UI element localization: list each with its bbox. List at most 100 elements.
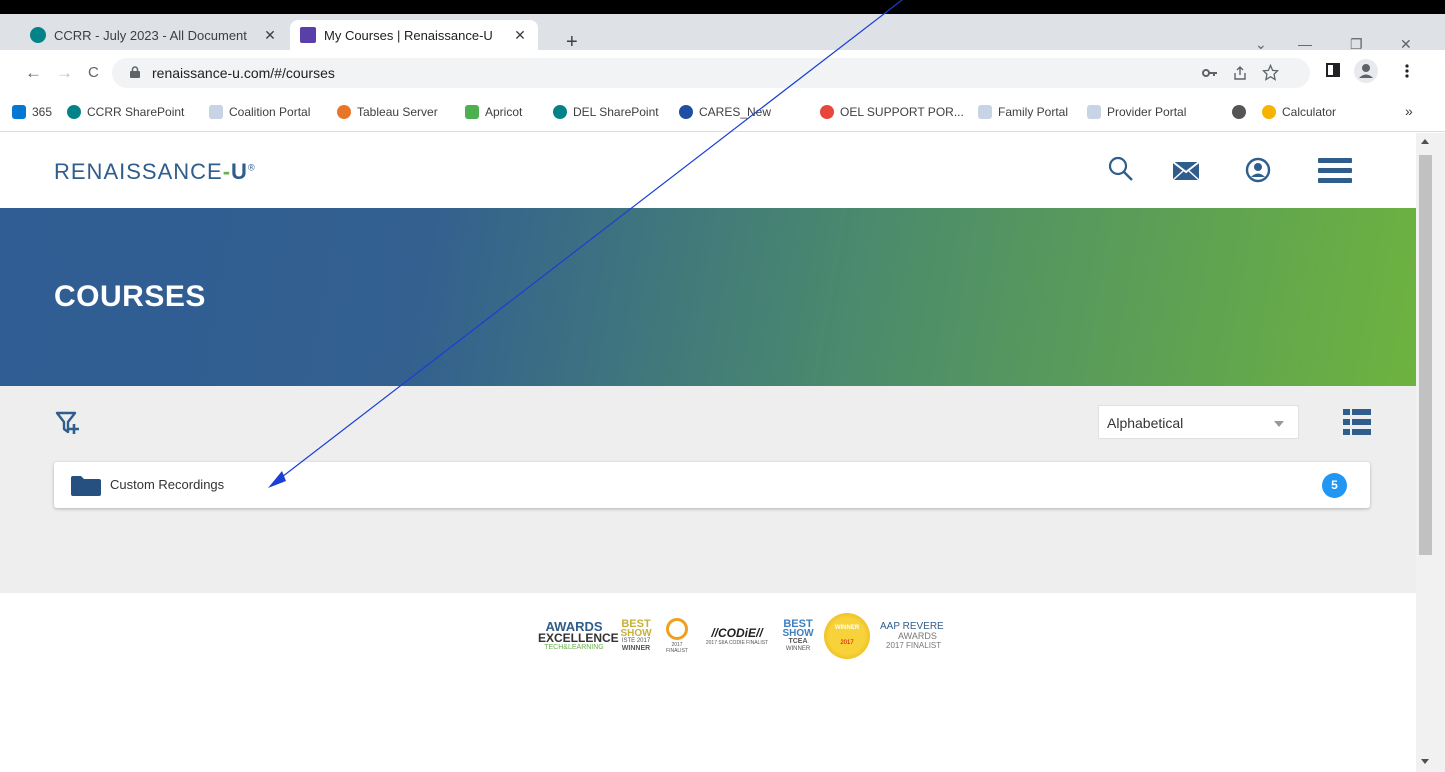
scroll-up-icon[interactable] xyxy=(1421,139,1429,144)
bookmarks-overflow-button[interactable]: » xyxy=(1405,103,1413,119)
courses-content: Alphabetical Custom Recordings 5 xyxy=(0,386,1416,593)
award-codie: //CODiE// 2017 SIIA CODIE FINALIST xyxy=(702,626,772,646)
award-text: SHOW xyxy=(782,628,814,639)
calculator-icon xyxy=(1262,105,1276,119)
folder-icon xyxy=(71,476,101,496)
tab-label: CCRR - July 2023 - All Document xyxy=(54,27,247,43)
top-strip xyxy=(0,0,1445,14)
bookmark-apricot[interactable]: Apricot xyxy=(465,105,522,119)
award-text: FINALIST xyxy=(666,648,688,654)
reload-button[interactable]: C xyxy=(88,63,99,83)
new-tab-button[interactable]: + xyxy=(566,32,578,52)
bookmark-provider-portal[interactable]: Provider Portal xyxy=(1087,105,1186,119)
lock-icon xyxy=(130,66,140,78)
page-viewport: RENAISSANCE-U® COURSES Alphabetical Cust… xyxy=(0,133,1416,772)
add-filter-icon[interactable] xyxy=(55,410,81,436)
bookmark-label: Provider Portal xyxy=(1107,105,1187,119)
bookmarks-bar: 365 CCRR SharePoint Coalition Portal Tab… xyxy=(0,96,1445,132)
page-icon xyxy=(978,105,992,119)
tableau-icon xyxy=(337,105,351,119)
tab-my-courses[interactable]: My Courses | Renaissance-U ✕ xyxy=(290,20,538,50)
footer-awards: AWARDS EXCELLENCE TECH&LEARNING BEST SHO… xyxy=(0,593,1416,772)
search-icon[interactable] xyxy=(1107,155,1135,183)
award-winner-medal: WINNER 2017 xyxy=(824,613,870,659)
oel-icon xyxy=(820,105,834,119)
award-text: ISTE 2017 xyxy=(621,638,651,644)
award-text: 2017 FINALIST xyxy=(886,641,942,650)
bookmark-ccrr-sharepoint[interactable]: CCRR SharePoint xyxy=(67,105,184,119)
award-seal-2017: 2017 FINALIST xyxy=(662,618,692,654)
bookmark-label: Family Portal xyxy=(998,105,1069,119)
award-aap-revere: AAP REVERE AWARDS 2017 FINALIST xyxy=(880,622,946,651)
courses-hero-banner: COURSES xyxy=(0,208,1416,386)
award-text: 2017 xyxy=(840,640,854,646)
bookmark-family-portal[interactable]: Family Portal xyxy=(978,105,1068,119)
logo-text: RENAISSANCE xyxy=(54,159,223,184)
key-icon[interactable] xyxy=(1202,67,1218,79)
bookmark-label: Tableau Server xyxy=(357,105,438,119)
bookmark-365[interactable]: 365 xyxy=(12,105,52,119)
bookmark-tableau-server[interactable]: Tableau Server xyxy=(337,105,438,119)
page-title: COURSES xyxy=(54,280,206,313)
renaissance-favicon-icon xyxy=(300,27,316,43)
bookmark-label: DEL SharePoint xyxy=(573,105,659,119)
share-icon[interactable] xyxy=(1232,65,1248,81)
award-text: AWARDS xyxy=(898,631,937,641)
sort-order-select[interactable]: Alphabetical xyxy=(1098,405,1299,439)
site-header: RENAISSANCE-U® xyxy=(0,133,1416,208)
logo-dash: - xyxy=(222,159,232,184)
globe-icon xyxy=(1232,105,1246,119)
sharepoint-icon xyxy=(30,27,46,43)
omnibox[interactable]: renaissance-u.com/#/courses xyxy=(112,58,1310,88)
user-profile-icon[interactable] xyxy=(1245,157,1271,183)
bookmark-globe[interactable] xyxy=(1232,105,1246,119)
sharepoint-icon xyxy=(553,105,567,119)
page-icon xyxy=(1087,105,1101,119)
page-icon xyxy=(209,105,223,119)
bookmark-label: 365 xyxy=(32,105,53,119)
tab-ccrr-sharepoint[interactable]: CCRR - July 2023 - All Document ✕ xyxy=(20,20,288,50)
close-tab-icon[interactable]: ✕ xyxy=(512,27,528,44)
bookmark-label: Calculator xyxy=(1282,105,1337,119)
mail-icon[interactable] xyxy=(1172,160,1200,182)
address-bar: ← → C renaissance-u.com/#/courses xyxy=(0,50,1445,96)
logo-u: U xyxy=(231,159,248,184)
list-view-icon[interactable] xyxy=(1343,409,1371,435)
scrollbar-thumb[interactable] xyxy=(1419,155,1432,555)
star-icon[interactable] xyxy=(1262,64,1279,81)
profile-avatar[interactable] xyxy=(1354,59,1378,83)
hamburger-menu-icon[interactable] xyxy=(1318,157,1352,185)
bookmark-del-sharepoint[interactable]: DEL SharePoint xyxy=(553,105,659,119)
bookmark-label: OEL SUPPORT POR... xyxy=(840,105,964,119)
bookmark-coalition-portal[interactable]: Coalition Portal xyxy=(209,105,310,119)
tab-label: My Courses | Renaissance-U xyxy=(324,27,493,43)
renaissance-u-logo[interactable]: RENAISSANCE-U® xyxy=(54,159,256,185)
user-icon xyxy=(1359,64,1373,78)
bookmark-oel-support[interactable]: OEL SUPPORT POR... xyxy=(820,105,964,119)
scroll-down-icon[interactable] xyxy=(1421,759,1429,764)
side-panel-icon[interactable] xyxy=(1326,63,1340,77)
sort-selected-value: Alphabetical xyxy=(1107,415,1184,431)
award-text: TECH&LEARNING xyxy=(544,643,604,651)
close-tab-icon[interactable]: ✕ xyxy=(262,27,278,44)
bookmark-label: Coalition Portal xyxy=(229,105,311,119)
bookmark-label: Apricot xyxy=(485,105,523,119)
course-count-badge: 5 xyxy=(1322,473,1347,498)
award-best-of-show-tcea: BEST SHOW TCEA WINNER xyxy=(782,619,814,653)
bookmark-label: CARES_New xyxy=(699,105,772,119)
bookmark-cares-new[interactable]: CARES_New xyxy=(679,105,771,119)
award-text: SHOW xyxy=(620,628,652,639)
vertical-scrollbar[interactable] xyxy=(1416,133,1445,772)
seal-icon xyxy=(679,105,693,119)
kebab-menu-icon[interactable] xyxy=(1404,63,1410,79)
bookmark-calculator[interactable]: Calculator xyxy=(1262,105,1336,119)
back-button[interactable]: ← xyxy=(25,63,42,83)
bookmark-label: CCRR SharePoint xyxy=(87,105,185,119)
award-text: TCEA xyxy=(788,638,808,645)
sharepoint-icon xyxy=(67,105,81,119)
forward-button[interactable]: → xyxy=(56,63,73,83)
course-folder-row[interactable]: Custom Recordings 5 xyxy=(54,462,1370,508)
url-text: renaissance-u.com/#/courses xyxy=(152,65,335,81)
award-text: 2017 SIIA CODIE FINALIST xyxy=(705,639,769,646)
logo-registered-mark: ® xyxy=(247,162,256,173)
